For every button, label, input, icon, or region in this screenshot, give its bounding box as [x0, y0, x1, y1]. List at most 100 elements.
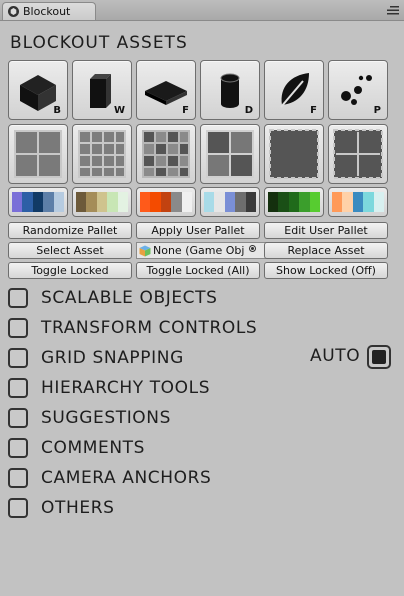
palette-swatch — [363, 192, 374, 212]
palette-swatch — [181, 192, 193, 212]
texture-button-checker[interactable] — [136, 124, 196, 184]
section-checkbox[interactable] — [8, 408, 28, 428]
palette-swatch — [309, 192, 321, 212]
tab-title: Blockout — [23, 5, 71, 18]
section-checkbox[interactable] — [8, 378, 28, 398]
palette-button-3[interactable] — [136, 187, 196, 217]
asset-button-wall[interactable]: W — [72, 60, 132, 120]
section-checkbox[interactable] — [8, 348, 28, 368]
tab-blockout[interactable]: Blockout — [2, 2, 96, 20]
grid-4x4-texture-icon — [78, 130, 126, 178]
section-grid-snapping[interactable]: GRID SNAPPING — [8, 346, 184, 370]
palette-swatch — [32, 192, 44, 212]
select-asset-button[interactable]: Select Asset — [8, 242, 132, 259]
checker-texture-icon — [142, 130, 190, 178]
apply-user-pallet-button[interactable]: Apply User Pallet — [136, 222, 260, 239]
asset-letter: D — [244, 105, 253, 116]
section-label: CAMERA ANCHORS — [41, 468, 212, 488]
toggle-locked-all-button[interactable]: Toggle Locked (All) — [136, 262, 260, 279]
section-hierarchy-tools[interactable]: HIERARCHY TOOLS — [8, 376, 210, 400]
asset-letter: F — [310, 105, 317, 116]
section-others[interactable]: OTHERS — [8, 496, 115, 520]
palette-swatch — [268, 192, 279, 212]
hamburger-menu-icon[interactable] — [387, 6, 399, 15]
section-checkbox[interactable] — [8, 468, 28, 488]
section-comments[interactable]: COMMENTS — [8, 436, 145, 460]
palette-swatch — [332, 192, 343, 212]
palette-swatch — [171, 192, 182, 212]
asset-object-field[interactable]: None (Game Obj — [136, 242, 268, 259]
grid-2x2-texture-icon — [14, 130, 62, 178]
asset-button-cylinder[interactable]: D — [200, 60, 260, 120]
palette-swatch — [107, 192, 118, 212]
palette-swatch — [117, 192, 129, 212]
texture-button-grid-4x4[interactable] — [72, 124, 132, 184]
palette-swatch — [288, 192, 300, 212]
palette-swatch — [22, 192, 33, 212]
palette-button-1[interactable] — [8, 187, 68, 217]
asset-button-block[interactable]: B — [8, 60, 68, 120]
dark-grid-2x2-texture-icon — [206, 130, 254, 178]
palette-swatch — [373, 192, 385, 212]
gameobject-cube-icon — [139, 245, 151, 256]
asset-letter: P — [373, 105, 381, 116]
palette-swatch — [204, 192, 215, 212]
palette-button-2[interactable] — [72, 187, 132, 217]
section-transform-controls[interactable]: TRANSFORM CONTROLS — [8, 316, 257, 340]
show-locked-button[interactable]: Show Locked (Off) — [264, 262, 388, 279]
palette-swatches — [332, 192, 385, 212]
panel-title: BLOCKOUT ASSETS — [10, 33, 188, 53]
palette-swatch — [342, 192, 353, 212]
section-camera-anchors[interactable]: CAMERA ANCHORS — [8, 466, 211, 490]
palette-button-5[interactable] — [264, 187, 324, 217]
section-checkbox[interactable] — [8, 498, 28, 518]
palette-swatch — [235, 192, 246, 212]
replace-asset-button[interactable]: Replace Asset — [264, 242, 388, 259]
palette-swatches — [268, 192, 321, 212]
section-checkbox[interactable] — [8, 438, 28, 458]
palette-swatches — [204, 192, 257, 212]
dark-cross-texture-icon — [333, 129, 383, 179]
toggle-locked-button[interactable]: Toggle Locked — [8, 262, 132, 279]
auto-snap-label: AUTO — [310, 346, 361, 366]
texture-button-solid-dark[interactable] — [264, 124, 324, 184]
randomize-pallet-button[interactable]: Randomize Pallet — [8, 222, 132, 239]
palette-swatch — [96, 192, 108, 212]
section-checkbox[interactable] — [8, 288, 28, 308]
texture-button-grid-2x2[interactable] — [8, 124, 68, 184]
texture-button-dark-grid-2x2[interactable] — [200, 124, 260, 184]
palette-swatch — [245, 192, 257, 212]
palette-swatch — [160, 192, 172, 212]
section-suggestions[interactable]: SUGGESTIONS — [8, 406, 171, 430]
section-label: COMMENTS — [41, 438, 146, 458]
section-label: OTHERS — [41, 498, 115, 518]
palette-swatch — [12, 192, 23, 212]
palette-button-6[interactable] — [328, 187, 388, 217]
palette-swatch — [214, 192, 225, 212]
section-label: HIERARCHY TOOLS — [41, 378, 211, 398]
section-label: SUGGESTIONS — [41, 408, 171, 428]
palette-swatch — [140, 192, 151, 212]
asset-letter: B — [53, 105, 61, 116]
object-field-value: None (Game Obj — [153, 244, 245, 257]
palette-swatch — [150, 192, 161, 212]
asset-button-floor[interactable]: F — [136, 60, 196, 120]
asset-button-particles[interactable]: P — [328, 60, 388, 120]
palette-swatch — [86, 192, 97, 212]
asset-button-foliage[interactable]: F — [264, 60, 324, 120]
edit-user-pallet-button[interactable]: Edit User Pallet — [264, 222, 388, 239]
unity-logo-icon — [8, 6, 19, 17]
object-picker-icon[interactable] — [249, 245, 256, 252]
section-scalable-objects[interactable]: SCALABLE OBJECTS — [8, 286, 218, 310]
section-checkbox[interactable] — [8, 318, 28, 338]
palette-button-4[interactable] — [200, 187, 260, 217]
palette-swatch — [299, 192, 310, 212]
section-label: GRID SNAPPING — [41, 348, 184, 368]
section-label: TRANSFORM CONTROLS — [41, 318, 258, 338]
solid-dark-texture-icon — [269, 129, 319, 179]
asset-letter: F — [182, 105, 189, 116]
palette-swatches — [12, 192, 65, 212]
auto-snap-toggle[interactable] — [367, 345, 391, 369]
texture-button-dark-cross[interactable] — [328, 124, 388, 184]
palette-swatch — [278, 192, 289, 212]
